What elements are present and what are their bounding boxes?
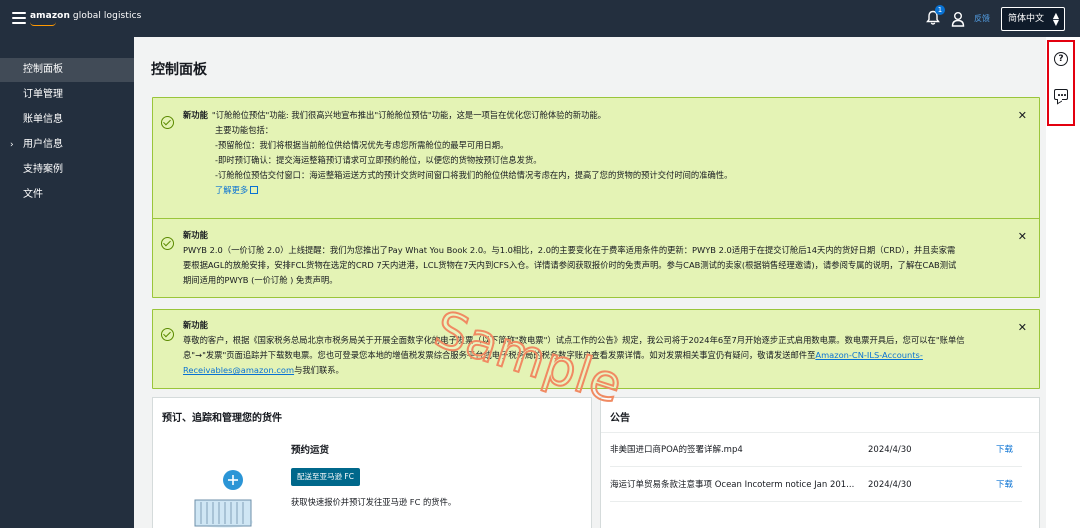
language-select[interactable]: 简体中文 ▲ ▼ bbox=[1001, 7, 1065, 31]
sidebar: 控制面板 订单管理 账单信息 › 用户信息 支持案例 文件 bbox=[0, 37, 134, 528]
alert-line: PWYB 2.0（一价订舱 2.0）上线提醒：我们为您推出了Pay What Y… bbox=[183, 245, 956, 255]
amazon-global-logistics-logo[interactable]: amazon global logistics bbox=[30, 11, 142, 26]
alert-content: 新功能 "订舱舱位预估"功能: 我们很高兴地宣布推出"订舱舱位预估"功能，这是一项… bbox=[183, 108, 1009, 198]
alert-content: 新功能 尊敬的客户，根据《国家税务总局北京市税务局关于开展全面数字化的电子发票（… bbox=[183, 318, 1009, 378]
check-circle-icon bbox=[161, 237, 174, 250]
learn-more-label: 了解更多 bbox=[215, 185, 249, 195]
shipping-container-illustration bbox=[194, 470, 253, 528]
help-icon[interactable]: ? bbox=[1054, 52, 1068, 66]
alert-line: -预留舱位：我们将根据当前舱位供给情况优先考虑您所需舱位的最早可用日期。 bbox=[215, 140, 509, 150]
download-link[interactable]: 下载 bbox=[996, 468, 1013, 502]
alert-content: 新功能 PWYB 2.0（一价订舱 2.0）上线提醒：我们为您推出了Pay Wh… bbox=[183, 228, 1009, 288]
sidebar-item-orders[interactable]: 订单管理 bbox=[0, 83, 134, 107]
download-link[interactable]: 下载 bbox=[996, 433, 1013, 467]
alert-line: 尊敬的客户，根据《国家税务总局北京市税务局关于开展全面数字化的电子发票（以下简称… bbox=[183, 335, 965, 345]
card-title: 预订、追踪和管理您的货件 bbox=[162, 413, 282, 424]
sidebar-item-user-info[interactable]: › 用户信息 bbox=[0, 133, 134, 157]
announcement-date: 2024/4/30 bbox=[868, 480, 912, 490]
shipments-card: 预订、追踪和管理您的货件 预约运货 配送至亚马逊 FC 获取快速报价并预订发往亚… bbox=[152, 397, 592, 528]
logo-smile bbox=[30, 22, 56, 26]
alert-line: -即时预订确认：提交海运整箱预订请求可立即预约舱位，以便您的货物按预订信息发货。 bbox=[215, 155, 542, 165]
alert-label: 新功能 bbox=[183, 110, 208, 120]
announcement-row: 海运订单贸易条款注意事项 Ocean Incoterm notice Jan 2… bbox=[610, 468, 1022, 502]
announcement-row: 非美国进口商POA的签署详解.mp4 2024/4/30 下载 bbox=[610, 433, 1022, 467]
language-select-value: 简体中文 bbox=[1008, 14, 1045, 24]
check-circle-icon bbox=[161, 116, 174, 129]
sidebar-item-label: 用户信息 bbox=[23, 139, 63, 150]
caret-right-icon: › bbox=[10, 140, 14, 150]
app-window: amazon global logistics 1 反馈 简体中文 ▲ ▼ 控制面… bbox=[0, 0, 1080, 528]
card-title: 公告 bbox=[610, 413, 630, 424]
alert-line: 要根据AGL的放舱安排，安排FCL货物在选定的CRD 7天内进港，LCL货物在7… bbox=[183, 260, 957, 270]
sidebar-item-label: 文件 bbox=[23, 189, 43, 200]
alert-text: 与我们联系。 bbox=[294, 365, 344, 375]
sidebar-item-files[interactable]: 文件 bbox=[0, 183, 134, 207]
sidebar-item-label: 订单管理 bbox=[23, 89, 63, 100]
alert-text: 息"→"发票"页面追踪并下载数电票。您也可登录您本地的增值税发票综合服务平台或电… bbox=[183, 350, 816, 360]
top-navigation-bar: amazon global logistics 1 反馈 简体中文 ▲ ▼ bbox=[0, 0, 1080, 37]
announcements-card: 公告 非美国进口商POA的签署详解.mp4 2024/4/30 下载 海运订单贸… bbox=[600, 397, 1040, 528]
sidebar-item-dashboard[interactable]: 控制面板 bbox=[0, 58, 134, 82]
close-icon[interactable]: ✕ bbox=[1018, 320, 1027, 335]
announcement-date: 2024/4/30 bbox=[868, 445, 912, 455]
email-link[interactable]: Amazon-CN-ILS-Accounts- bbox=[815, 350, 922, 360]
announcement-title: 非美国进口商POA的签署详解.mp4 bbox=[610, 445, 743, 455]
logo-brand: amazon bbox=[30, 11, 70, 21]
check-circle-icon bbox=[161, 328, 174, 341]
chevron-updown-icon: ▲ ▼ bbox=[1052, 11, 1059, 27]
ship-to-fc-button[interactable]: 配送至亚马逊 FC bbox=[291, 468, 360, 486]
email-link-continued[interactable]: Receivables@amazon.com bbox=[183, 365, 294, 375]
alert-label: 新功能 bbox=[183, 320, 208, 330]
sidebar-item-label: 账单信息 bbox=[23, 114, 63, 125]
sidebar-item-label: 控制面板 bbox=[23, 64, 63, 75]
sidebar-item-billing[interactable]: 账单信息 bbox=[0, 108, 134, 132]
menu-icon[interactable] bbox=[12, 12, 26, 24]
close-icon[interactable]: ✕ bbox=[1018, 229, 1027, 244]
ship-subtitle: 预约运货 bbox=[291, 445, 330, 456]
logo-text: global logistics bbox=[72, 11, 142, 21]
alert-line: Receivables@amazon.com与我们联系。 bbox=[183, 363, 1009, 378]
sidebar-item-label: 支持案例 bbox=[23, 164, 63, 175]
announcement-title: 海运订单贸易条款注意事项 Ocean Incoterm notice Jan 2… bbox=[610, 480, 855, 490]
ship-description: 获取快速报价并预订发往亚马逊 FC 的货件。 bbox=[291, 497, 457, 507]
notification-badge: 1 bbox=[935, 5, 945, 15]
alert-text: "订舱舱位预估"功能: 我们很高兴地宣布推出"订舱舱位预估"功能，这是一项旨在优… bbox=[211, 110, 606, 120]
user-icon[interactable] bbox=[951, 11, 965, 27]
alert-line: 新功能 "订舱舱位预估"功能: 我们很高兴地宣布推出"订舱舱位预估"功能，这是一项… bbox=[183, 108, 1009, 123]
learn-more-link[interactable]: 了解更多 bbox=[215, 185, 259, 195]
page-title: 控制面板 bbox=[151, 62, 207, 78]
alert-line: 了解更多 bbox=[183, 183, 1009, 198]
feedback-link[interactable]: 反馈 bbox=[974, 13, 990, 24]
main-content: 控制面板 ✕ 新功能 "订舱舱位预估"功能: 我们很高兴地宣布推出"订舱舱位预估"… bbox=[134, 37, 1046, 528]
chat-icon[interactable] bbox=[1054, 89, 1068, 100]
alert-line: -订舱舱位预估交付窗口：海运整箱运送方式的预计交货时间窗口将我们的舱位供给情况考… bbox=[215, 170, 733, 180]
alert-line: 息"→"发票"页面追踪并下载数电票。您也可登录您本地的增值税发票综合服务平台或电… bbox=[183, 348, 1009, 363]
sidebar-item-support-cases[interactable]: 支持案例 bbox=[0, 158, 134, 182]
alert-line: 主要功能包括： bbox=[215, 125, 274, 135]
alert-pwyb: ✕ 新功能 PWYB 2.0（一价订舱 2.0）上线提醒：我们为您推出了Pay … bbox=[152, 218, 1040, 298]
alert-label: 新功能 bbox=[183, 230, 208, 240]
external-link-icon bbox=[250, 186, 259, 194]
alert-einvoice: ✕ 新功能 尊敬的客户，根据《国家税务总局北京市税务局关于开展全面数字化的电子发… bbox=[152, 309, 1040, 389]
close-icon[interactable]: ✕ bbox=[1018, 108, 1027, 123]
alert-line: 期间适用的PWYB (一价订舱 ) 免责声明。 bbox=[183, 275, 338, 285]
